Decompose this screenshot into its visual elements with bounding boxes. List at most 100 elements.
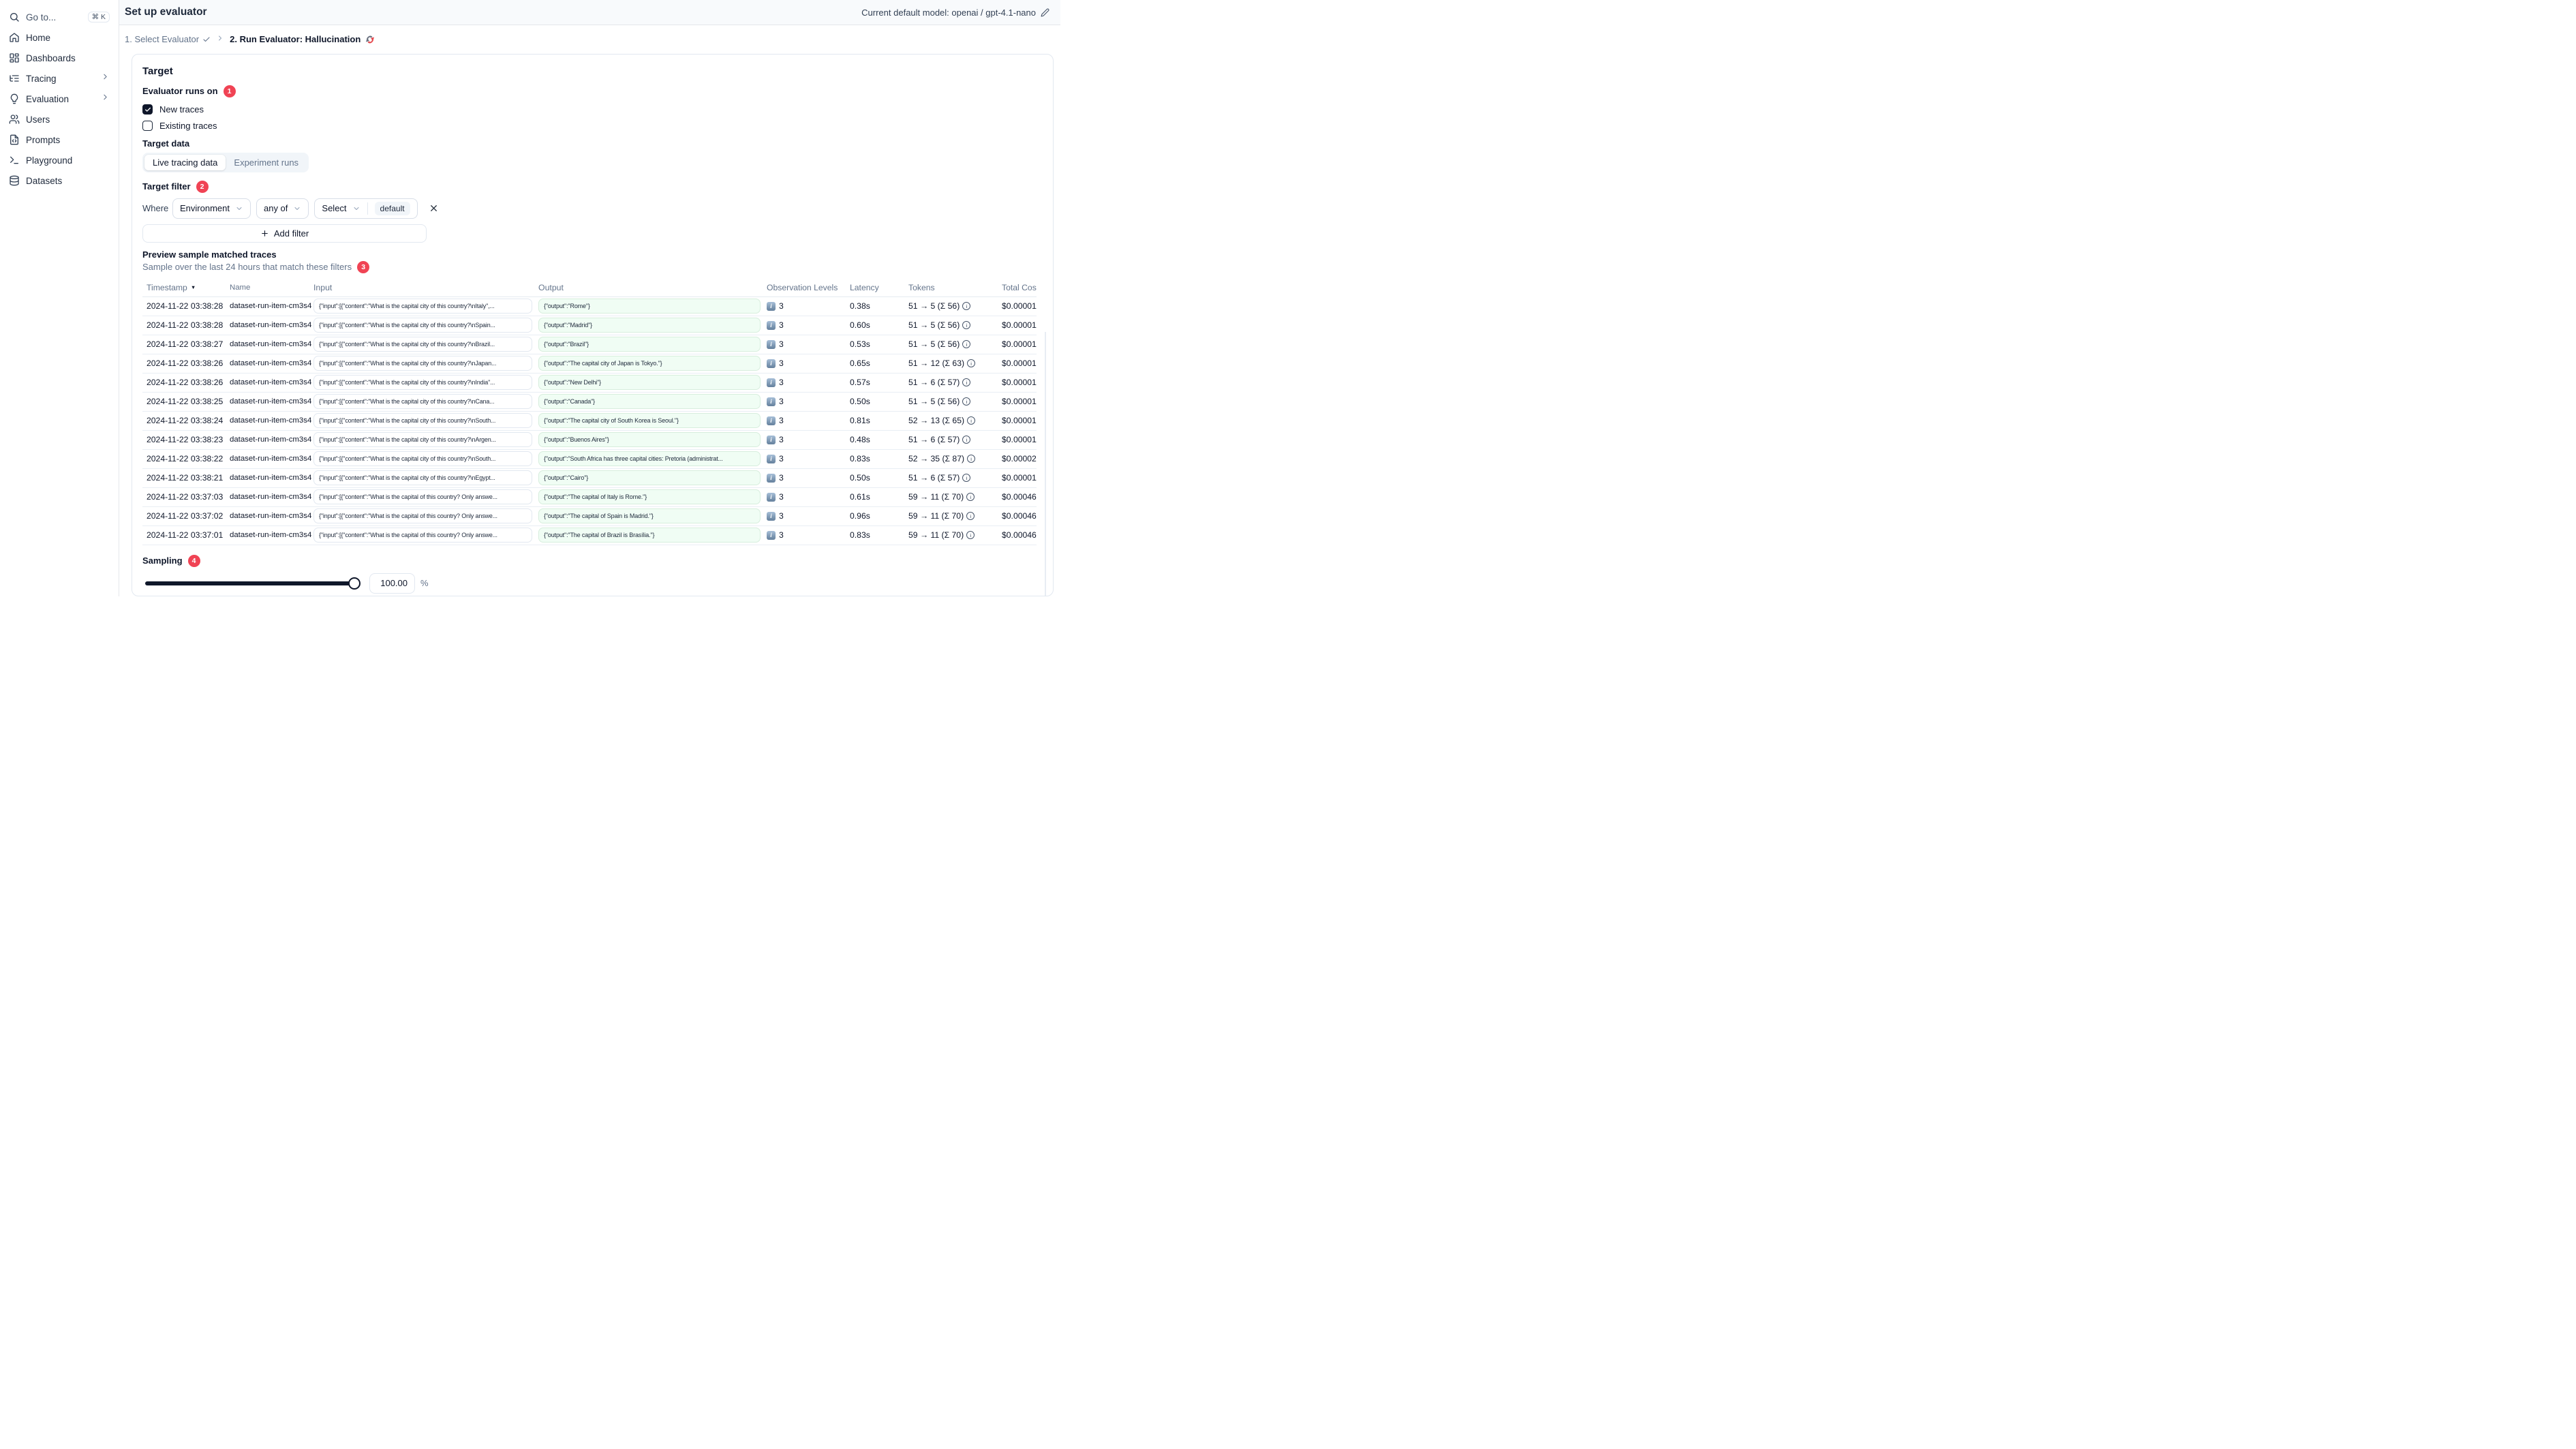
tab-live-tracing-data[interactable]: Live tracing data: [144, 154, 226, 170]
info-icon[interactable]: [962, 302, 971, 311]
table-row[interactable]: 2024-11-22 03:38:24 dataset-run-item-cm3…: [142, 412, 1037, 431]
column-header-total-cost: Total Cost: [1002, 282, 1037, 292]
cell-output-json[interactable]: {"output":"Canada"}: [538, 394, 761, 410]
cell-input-json[interactable]: {"input":[{"content":"What is the capita…: [313, 470, 532, 486]
info-icon[interactable]: [966, 512, 975, 521]
remove-filter-button[interactable]: [429, 203, 439, 213]
table-row[interactable]: 2024-11-22 03:38:27 dataset-run-item-cm3…: [142, 335, 1037, 354]
cell-input-json[interactable]: {"input":[{"content":"What is the capita…: [313, 432, 532, 448]
edit-pencil-icon[interactable]: [1041, 8, 1049, 17]
info-icon[interactable]: [962, 436, 971, 444]
info-icon[interactable]: [962, 340, 971, 349]
cell-input-json[interactable]: {"input":[{"content":"What is the capita…: [313, 413, 532, 429]
cell-timestamp: 2024-11-22 03:38:22: [147, 454, 224, 464]
sidebar-item-prompts[interactable]: Prompts: [0, 129, 119, 150]
cell-input-json[interactable]: {"input":[{"content":"What is the capita…: [313, 528, 532, 543]
filter-operator-select[interactable]: any of: [256, 198, 309, 219]
cell-output-json[interactable]: {"output":"Brazil"}: [538, 337, 761, 352]
table-row[interactable]: 2024-11-22 03:38:28 dataset-run-item-cm3…: [142, 297, 1037, 316]
sidebar-item-tracing[interactable]: Tracing: [0, 68, 119, 89]
sidebar-item-datasets[interactable]: Datasets: [0, 170, 119, 191]
observation-level-icon: [767, 378, 776, 387]
cell-total-cost: $0.000016: [1002, 416, 1037, 426]
cell-tokens: 52 → 35 (Σ 87): [908, 454, 965, 464]
cell-input-json[interactable]: {"input":[{"content":"What is the capita…: [313, 489, 532, 505]
sidebar-item-home[interactable]: Home: [0, 27, 119, 48]
cell-output-json[interactable]: {"output":"The capital city of Japan is …: [538, 356, 761, 371]
info-icon[interactable]: [962, 474, 971, 483]
cell-input-json[interactable]: {"input":[{"content":"What is the capita…: [313, 318, 532, 333]
checkbox-new-traces[interactable]: New traces: [142, 104, 1053, 115]
cell-output-json[interactable]: {"output":"New Delhi"}: [538, 375, 761, 391]
column-header-observation-levels: Observation Levels: [767, 282, 838, 292]
table-row[interactable]: 2024-11-22 03:37:01 dataset-run-item-cm3…: [142, 526, 1037, 545]
filter-value-select[interactable]: Select default: [314, 198, 418, 219]
cell-input-json[interactable]: {"input":[{"content":"What is the capita…: [313, 508, 532, 524]
checkbox-checked-icon[interactable]: [142, 104, 153, 115]
info-icon[interactable]: [966, 531, 975, 540]
table-row[interactable]: 2024-11-22 03:38:25 dataset-run-item-cm3…: [142, 393, 1037, 412]
sidebar-item-dashboards[interactable]: Dashboards: [0, 48, 119, 68]
slider-thumb[interactable]: [348, 577, 361, 590]
table-row[interactable]: 2024-11-22 03:38:26 dataset-run-item-cm3…: [142, 373, 1037, 393]
column-header-timestamp[interactable]: Timestamp: [147, 283, 230, 292]
cell-output-json[interactable]: {"output":"The capital of Italy is Rome.…: [538, 489, 761, 505]
cell-output-json[interactable]: {"output":"Madrid"}: [538, 318, 761, 333]
goto-search[interactable]: Go to... ⌘ K: [0, 7, 119, 27]
cell-name: dataset-run-item-cm3s4: [230, 321, 312, 330]
info-icon[interactable]: [967, 359, 976, 368]
terminal-icon: [10, 156, 18, 164]
sidebar-item-playground[interactable]: Playground: [0, 150, 119, 170]
info-icon[interactable]: [962, 397, 971, 406]
cell-total-cost: $0.000029: [1002, 454, 1037, 464]
step-badge-4: 4: [187, 554, 200, 567]
checkbox-unchecked-icon[interactable]: [142, 121, 153, 132]
sampling-slider[interactable]: [145, 577, 361, 590]
cell-output-json[interactable]: {"output":"The capital of Brazil is Bras…: [538, 528, 761, 543]
sampling-input[interactable]: [369, 573, 415, 594]
cell-input-json[interactable]: {"input":[{"content":"What is the capita…: [313, 394, 532, 410]
info-icon[interactable]: [962, 378, 971, 387]
sidebar-item-users[interactable]: Users: [0, 109, 119, 129]
cell-input-json[interactable]: {"input":[{"content":"What is the capita…: [313, 375, 532, 391]
cell-input-json[interactable]: {"input":[{"content":"What is the capita…: [313, 337, 532, 352]
sidebar-item-evaluation[interactable]: Evaluation: [0, 89, 119, 109]
observation-level-icon: [767, 435, 776, 444]
cell-input-json[interactable]: {"input":[{"content":"What is the capita…: [313, 451, 532, 467]
info-icon[interactable]: [962, 321, 971, 330]
table-row[interactable]: 2024-11-22 03:37:02 dataset-run-item-cm3…: [142, 507, 1037, 526]
table-row[interactable]: 2024-11-22 03:38:21 dataset-run-item-cm3…: [142, 469, 1037, 488]
filter-column-select[interactable]: Environment: [172, 198, 251, 219]
table-vertical-scrollbar[interactable]: [1045, 331, 1046, 596]
plus-icon: [262, 230, 268, 237]
target-data-tabs: Live tracing data Experiment runs: [142, 152, 309, 172]
cell-output-json[interactable]: {"output":"Rome"}: [538, 299, 761, 314]
cell-total-cost: $0.000011: [1002, 435, 1037, 445]
info-icon[interactable]: [967, 416, 976, 425]
table-row[interactable]: 2024-11-22 03:38:22 dataset-run-item-cm3…: [142, 450, 1037, 469]
info-icon[interactable]: [966, 493, 975, 502]
cell-input-json[interactable]: {"input":[{"content":"What is the capita…: [313, 299, 532, 314]
info-icon[interactable]: [967, 455, 976, 463]
cell-output-json[interactable]: {"output":"South Africa has three capita…: [538, 451, 761, 467]
add-filter-button[interactable]: Add filter: [142, 224, 427, 243]
cell-input-json[interactable]: {"input":[{"content":"What is the capita…: [313, 356, 532, 371]
table-row[interactable]: 2024-11-22 03:37:03 dataset-run-item-cm3…: [142, 488, 1037, 507]
cell-observation-count: 3: [779, 359, 784, 369]
cell-output-json[interactable]: {"output":"Cairo"}: [538, 470, 761, 486]
observation-level-icon: [767, 397, 776, 406]
cell-output-json[interactable]: {"output":"Buenos Aires"}: [538, 432, 761, 448]
cell-latency: 0.53s: [850, 339, 870, 350]
cell-name: dataset-run-item-cm3s4: [230, 359, 312, 368]
sampling-row: %: [142, 573, 1053, 594]
cell-total-cost: $0.00046: [1002, 492, 1037, 502]
table-row[interactable]: 2024-11-22 03:38:23 dataset-run-item-cm3…: [142, 431, 1037, 450]
checkbox-existing-traces[interactable]: Existing traces: [142, 121, 1053, 132]
breadcrumb-step-select-evaluator[interactable]: 1. Select Evaluator: [125, 34, 211, 44]
cell-output-json[interactable]: {"output":"The capital of Spain is Madri…: [538, 508, 761, 524]
table-row[interactable]: 2024-11-22 03:38:28 dataset-run-item-cm3…: [142, 316, 1037, 335]
cell-output-json[interactable]: {"output":"The capital city of South Kor…: [538, 413, 761, 429]
table-row[interactable]: 2024-11-22 03:38:26 dataset-run-item-cm3…: [142, 354, 1037, 373]
cell-timestamp: 2024-11-22 03:37:02: [147, 511, 224, 521]
tab-experiment-runs[interactable]: Experiment runs: [226, 155, 307, 170]
